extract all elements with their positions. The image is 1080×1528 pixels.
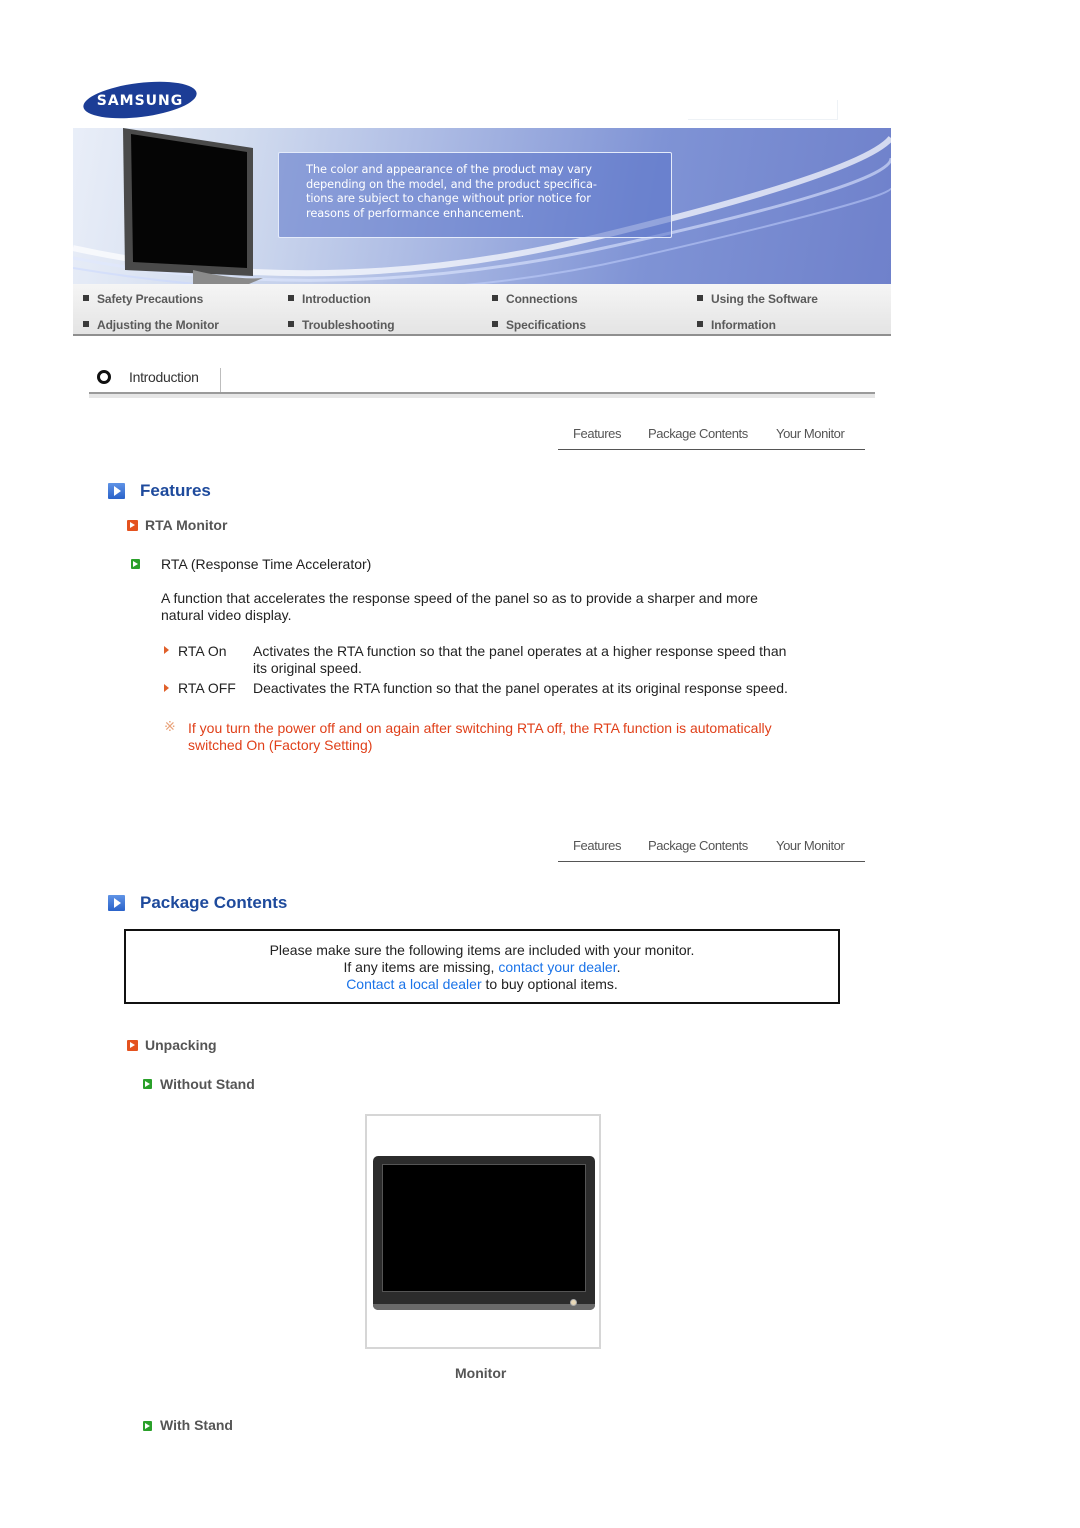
bullet-icon	[83, 321, 89, 327]
sub-nav-bottom: Features Package Contents Your Monitor	[558, 826, 865, 862]
item-play-icon	[143, 1421, 152, 1431]
bullet-icon	[288, 321, 294, 327]
arrow-icon	[164, 684, 169, 692]
package-notice-box: Please make sure the following items are…	[124, 929, 840, 1004]
without-stand-heading: Without Stand	[160, 1076, 255, 1092]
subnav-your-monitor[interactable]: Your Monitor	[776, 838, 845, 853]
subnav-features[interactable]: Features	[573, 838, 622, 853]
power-led-icon	[570, 1299, 577, 1306]
banner: The color and appearance of the product …	[73, 128, 891, 284]
nav-using-the-software[interactable]: Using the Software	[697, 292, 818, 306]
monitor-image	[365, 1114, 601, 1349]
notice-line: If any items are missing, contact your d…	[126, 959, 838, 976]
breadcrumb-current: Introduction	[129, 369, 199, 385]
bullet-icon	[83, 295, 89, 301]
nav-safety-precautions[interactable]: Safety Precautions	[83, 292, 203, 306]
bullet-icon	[697, 295, 703, 301]
features-title: Features	[140, 481, 211, 500]
with-stand-heading: With Stand	[160, 1417, 233, 1433]
breadcrumb: Introduction	[89, 362, 875, 398]
monitor-bezel	[373, 1304, 595, 1310]
circle-icon	[97, 370, 111, 384]
nav-specifications[interactable]: Specifications	[492, 318, 586, 332]
notice-text: .	[616, 959, 621, 975]
subnav-features[interactable]: Features	[573, 426, 622, 441]
banner-line: reasons of performance enhancement.	[306, 205, 525, 220]
notice-text: If any items are missing,	[343, 959, 499, 975]
banner-line: tions are subject to change without prio…	[306, 191, 591, 206]
notice-line: Contact a local dealer to buy optional i…	[126, 976, 838, 993]
item-play-icon	[131, 559, 140, 569]
banner-line: The color and appearance of the product …	[306, 162, 592, 176]
note-line: switched On (Factory Setting)	[188, 737, 373, 753]
bullet-icon	[697, 321, 703, 327]
section-play-icon	[108, 895, 125, 911]
bullet-icon	[492, 295, 498, 301]
subnav-package-contents[interactable]: Package Contents	[648, 426, 748, 441]
description-line: A function that accelerates the response…	[161, 590, 758, 606]
notice-text: to buy optional items.	[481, 976, 618, 992]
notice-line: Please make sure the following items are…	[269, 942, 695, 958]
banner-line: depending on the model, and the product …	[306, 176, 597, 191]
description-line: natural video display.	[161, 607, 292, 623]
note-line: If you turn the power off and on again a…	[188, 720, 772, 736]
rta-item-title: RTA (Response Time Accelerator)	[161, 556, 372, 572]
monitor-screen	[382, 1164, 586, 1292]
brand-text: SAMSUNG	[97, 93, 184, 109]
nav-introduction[interactable]: Introduction	[288, 292, 371, 306]
main-nav: Safety Precautions Introduction Connecti…	[73, 284, 891, 336]
bullet-icon	[288, 295, 294, 301]
option-name: RTA OFF	[178, 680, 236, 696]
rta-description: A function that accelerates the response…	[161, 590, 841, 624]
rta-note: If you turn the power off and on again a…	[188, 720, 848, 754]
rta-monitor-heading: RTA Monitor	[145, 517, 228, 533]
subsection-play-icon	[127, 520, 138, 531]
samsung-logo: SAMSUNG	[82, 80, 198, 120]
contact-local-dealer-link[interactable]: Contact a local dealer	[346, 976, 481, 992]
package-contents-title: Package Contents	[140, 893, 288, 912]
sub-nav-top: Features Package Contents Your Monitor	[558, 414, 865, 450]
divider	[89, 394, 875, 398]
banner-notice: The color and appearance of the product …	[278, 152, 672, 238]
option-description: Activates the RTA function so that the p…	[253, 643, 843, 677]
contact-your-dealer-link[interactable]: contact your dealer	[498, 959, 616, 975]
nav-adjusting-the-monitor[interactable]: Adjusting the Monitor	[83, 318, 219, 332]
arrow-icon	[164, 646, 169, 654]
note-mark-icon: ※	[164, 718, 176, 734]
nav-troubleshooting[interactable]: Troubleshooting	[288, 318, 395, 332]
option-desc-line: Deactivates the RTA function so that the…	[253, 680, 788, 696]
monitor-illustration	[373, 1156, 595, 1310]
subsection-play-icon	[127, 1040, 138, 1051]
subnav-your-monitor[interactable]: Your Monitor	[776, 426, 845, 441]
monitor-caption: Monitor	[455, 1365, 507, 1381]
monitor-illustration	[123, 128, 263, 284]
header-decoration	[688, 100, 838, 120]
bullet-icon	[492, 321, 498, 327]
unpacking-heading: Unpacking	[145, 1037, 217, 1053]
nav-information[interactable]: Information	[697, 318, 776, 332]
option-desc-line: Activates the RTA function so that the p…	[253, 643, 787, 659]
option-description: Deactivates the RTA function so that the…	[253, 680, 853, 697]
option-name: RTA On	[178, 643, 227, 659]
divider	[220, 368, 221, 393]
nav-connections[interactable]: Connections	[492, 292, 578, 306]
item-play-icon	[143, 1079, 152, 1089]
option-desc-line: its original speed.	[253, 660, 362, 676]
subnav-package-contents[interactable]: Package Contents	[648, 838, 748, 853]
section-play-icon	[108, 483, 125, 499]
